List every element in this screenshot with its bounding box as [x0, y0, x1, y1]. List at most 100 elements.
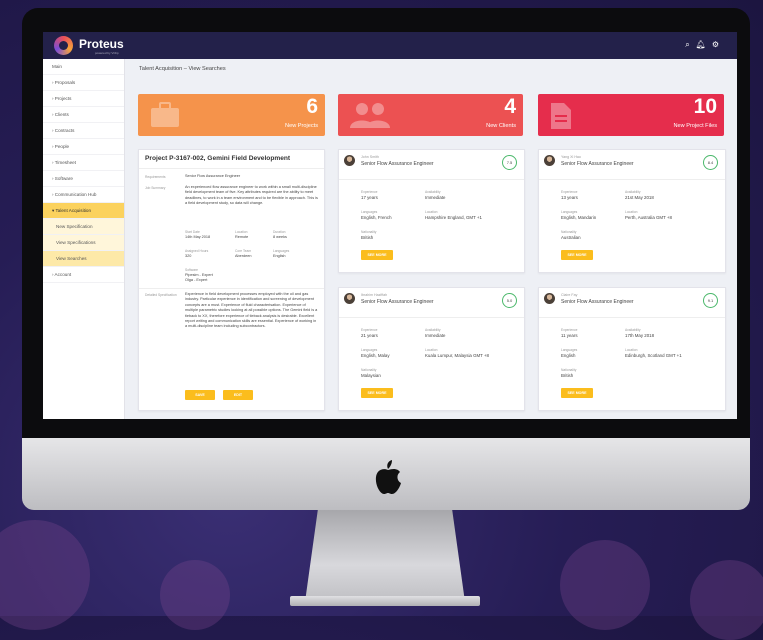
- nationality-label: Nationality: [361, 230, 377, 234]
- candidate-name: John Smith: [361, 155, 379, 159]
- top-icons: ⌕🔔︎⚙: [685, 40, 725, 50]
- app-name[interactable]: Proteus: [79, 37, 124, 51]
- sidebar: Main › Proposals › Projects › Clients › …: [43, 59, 125, 419]
- edit-button[interactable]: EDIT: [223, 390, 253, 400]
- candidate-name: Yang Xi Hao: [561, 155, 581, 159]
- candidate-card: Ibrahim Haziffah Senior Flow Assurance E…: [338, 287, 525, 411]
- sidebar-item-view-specifications[interactable]: View Specifications: [43, 235, 124, 251]
- assigned-hours-label: Assigned Hours: [185, 249, 209, 253]
- candidate-card: John Smith Senior Flow Assurance Enginee…: [338, 149, 525, 273]
- availability-label: Availability: [625, 190, 641, 194]
- languages-label: Languages: [361, 348, 378, 352]
- match-score-badge: 5.0: [502, 293, 517, 308]
- sidebar-item-main[interactable]: Main: [43, 59, 124, 75]
- stat-card-new-projects[interactable]: 6 New Projects: [138, 94, 325, 136]
- apple-logo-icon: [375, 460, 401, 494]
- divider: [539, 179, 725, 180]
- start-date-value: 14th May 2018: [185, 235, 211, 239]
- avatar: [344, 293, 355, 304]
- candidate-card: Claire Fay Senior Flow Assurance Enginee…: [538, 287, 726, 411]
- match-score-badge: 7.5: [502, 155, 517, 170]
- see-more-button[interactable]: SEE MORE: [361, 388, 393, 398]
- sidebar-item-projects[interactable]: › Projects: [43, 91, 124, 107]
- availability-label: Availability: [625, 328, 641, 332]
- background-circle: [560, 540, 650, 630]
- languages-value: English: [273, 254, 286, 258]
- location-label: Location: [625, 210, 638, 214]
- sidebar-item-contracts[interactable]: › Contracts: [43, 123, 124, 139]
- languages-value: English, Malay: [361, 353, 390, 358]
- candidate-name: Ibrahim Haziffah: [361, 293, 388, 297]
- stat-card-new-clients[interactable]: 4 New Clients: [338, 94, 523, 136]
- top-bar: Proteus powered by VClip ⌕🔔︎⚙: [43, 32, 737, 59]
- sidebar-item-new-specification[interactable]: New Specification: [43, 219, 124, 235]
- background-circle: [160, 560, 230, 630]
- project-card: Project P-3167-002, Gemini Field Develop…: [138, 149, 325, 411]
- sidebar-item-clients[interactable]: › Clients: [43, 107, 124, 123]
- save-button[interactable]: SAVE: [185, 390, 215, 400]
- sidebar-item-view-searches[interactable]: View Searches: [43, 251, 124, 267]
- location-value: Edinburgh, Scotland GMT +1: [625, 353, 682, 358]
- see-more-button[interactable]: SEE MORE: [561, 388, 593, 398]
- background-circle: [0, 520, 90, 630]
- experience-value: 11 years: [561, 333, 578, 338]
- availability-value: Immediate: [425, 195, 446, 200]
- sidebar-item-talent-acquisition[interactable]: ▾ Talent Acquisition: [43, 203, 124, 219]
- availability-label: Availability: [425, 328, 441, 332]
- location-label: Location: [625, 348, 638, 352]
- languages-label: Languages: [273, 249, 290, 253]
- stat-label: New Project Files: [673, 123, 717, 129]
- experience-label: Experience: [561, 328, 578, 332]
- stat-card-new-project-files[interactable]: 10 New Project Files: [538, 94, 724, 136]
- location-value: Kuala Lumpur, Malaysia GMT +8: [425, 353, 489, 358]
- languages-label: Languages: [561, 210, 578, 214]
- search-icon[interactable]: ⌕: [685, 40, 695, 49]
- duration-value: 8 weeks: [273, 235, 287, 239]
- location-value: Hampshire England, GMT +1: [425, 215, 482, 220]
- monitor-foot: [290, 596, 480, 606]
- languages-value: English: [561, 353, 576, 358]
- experience-value: 13 years: [561, 195, 578, 200]
- experience-value: 21 years: [361, 333, 378, 338]
- assigned-hours-value: 320: [185, 254, 192, 258]
- avatar: [344, 155, 355, 166]
- proteus-logo-icon[interactable]: [54, 36, 73, 55]
- sidebar-item-proposals[interactable]: › Proposals: [43, 75, 124, 91]
- breadcrumb: Talent Acquisition – View Searches: [139, 66, 226, 72]
- background-circle: [690, 560, 763, 640]
- divider: [139, 168, 324, 169]
- location-label: Location: [235, 230, 248, 234]
- candidate-name: Claire Fay: [561, 293, 578, 297]
- gear-icon[interactable]: ⚙: [712, 40, 725, 49]
- divider: [139, 288, 324, 289]
- nationality-label: Nationality: [361, 368, 377, 372]
- experience-label: Experience: [561, 190, 578, 194]
- sidebar-item-account[interactable]: › Account: [43, 267, 124, 283]
- detailed-spec-text: Experience in field development processe…: [185, 292, 318, 329]
- avatar: [544, 155, 555, 166]
- candidate-role: Senior Flow Assurance Engineer: [361, 299, 434, 305]
- divider: [339, 317, 524, 318]
- languages-value: English, French: [361, 215, 392, 220]
- sidebar-item-communication-hub[interactable]: › Communication Hub: [43, 187, 124, 203]
- see-more-button[interactable]: SEE MORE: [561, 250, 593, 260]
- software-value-2: Olga - Expert: [185, 278, 208, 282]
- core-team-label: Core Team: [235, 249, 252, 253]
- sidebar-item-software[interactable]: › Software: [43, 171, 124, 187]
- nationality-label: Nationality: [561, 368, 577, 372]
- bell-icon[interactable]: 🔔︎: [696, 40, 712, 49]
- candidate-role: Senior Flow Assurance Engineer: [561, 161, 634, 167]
- see-more-button[interactable]: SEE MORE: [361, 250, 393, 260]
- availability-label: Availability: [425, 190, 441, 194]
- requirements-label: Requirements: [145, 175, 166, 179]
- candidate-role: Senior Flow Assurance Engineer: [361, 161, 434, 167]
- stat-label: New Projects: [285, 123, 318, 129]
- nationality-value: British: [561, 373, 574, 378]
- candidate-card: Yang Xi Hao Senior Flow Assurance Engine…: [538, 149, 726, 273]
- sidebar-item-people[interactable]: › People: [43, 139, 124, 155]
- languages-label: Languages: [361, 210, 378, 214]
- stat-value: 10: [693, 95, 717, 118]
- location-label: Location: [425, 210, 438, 214]
- stat-value: 6: [306, 95, 318, 118]
- sidebar-item-timesheet[interactable]: › Timesheet: [43, 155, 124, 171]
